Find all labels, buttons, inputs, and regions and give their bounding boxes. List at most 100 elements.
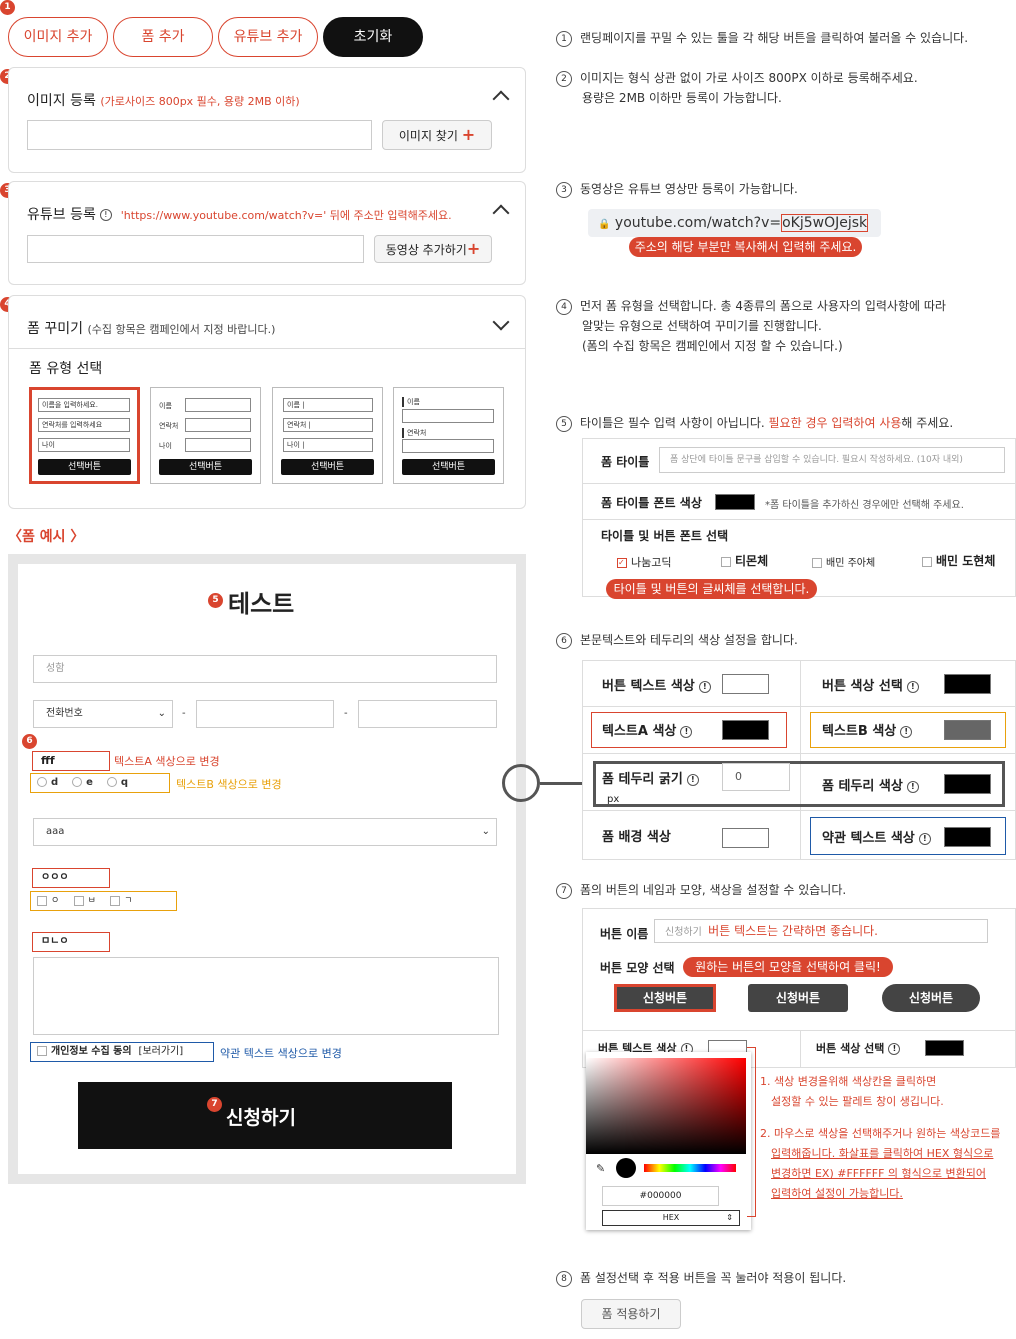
chevron-down-icon: ⌄ <box>481 826 490 837</box>
plus-icon: + <box>466 239 481 258</box>
youtube-url-input[interactable] <box>27 235 364 263</box>
info-icon: ! <box>888 1043 901 1055</box>
info-icon: ! <box>698 680 711 693</box>
btn-color-swatch-2[interactable] <box>925 1040 964 1056</box>
info-icon: ! <box>686 773 699 786</box>
image-path-input[interactable] <box>27 120 372 150</box>
btn-text-color-swatch[interactable] <box>722 674 769 694</box>
shape-pill-button[interactable]: 신청버튼 <box>882 984 980 1012</box>
title-settings: 폼 타이틀 폼 상단에 타이틀 문구를 삽입할 수 있습니다. 필요시 작성하세… <box>582 438 1016 597</box>
button-name-input[interactable]: 신청하기 버튼 텍스트는 간략하면 좋습니다. <box>654 919 988 943</box>
font-option-dohyeon[interactable]: 배민 도현체 <box>922 552 995 569</box>
image-panel: 이미지 등록 (가로사이즈 800px 필수, 용량 2MB 이하) 이미지 찾… <box>8 67 526 173</box>
terms-color-label: 약관 텍스트 색상! <box>822 827 931 846</box>
step-4-text: 4 먼저 폼 유형을 선택합니다. 총 4종류의 폼으로 사용자의 입력사항에 따… <box>556 296 946 356</box>
picker-note-2: 2. 마우스로 색상을 선택해주거나 원하는 색상코드를 입력해줍니다. 화살표를… <box>760 1127 1001 1200</box>
info-icon: ! <box>906 680 919 693</box>
phone-select[interactable]: 전화번호 ⌄ <box>33 700 173 728</box>
form-panel-title: 폼 꾸미기 (수집 항목은 캠페인에서 지정 바랍니다.) <box>27 321 276 337</box>
border-width-input[interactable]: 0 <box>722 763 790 791</box>
terms-color-swatch[interactable] <box>944 827 991 847</box>
hex-value-input[interactable]: #000000 <box>602 1186 719 1206</box>
picker-note-1: 1. 색상 변경을위해 색상칸을 클릭하면 설정할 수 있는 팔레트 창이 생깁니… <box>760 1075 944 1108</box>
step-6-text: 6 본문텍스트와 테두리의 색상 설정을 합니다. <box>556 630 798 650</box>
card-select-button[interactable]: 선택버튼 <box>159 459 252 475</box>
text-a-color-swatch[interactable] <box>722 720 769 740</box>
sample-select[interactable]: aaa ⌄ <box>33 818 497 846</box>
btn-color-label: 버튼 색상 선택! <box>822 675 919 694</box>
form-type-card-1[interactable]: 이름을 입력하세요. 연락처를 입력하세요 나이 선택버튼 <box>29 387 140 484</box>
add-form-button[interactable]: 폼 추가 <box>113 17 213 57</box>
border-width-label: 폼 테두리 굵기! <box>602 768 699 787</box>
card-field <box>185 438 251 452</box>
btn-color-swatch[interactable] <box>944 674 991 694</box>
bg-color-swatch[interactable] <box>722 828 769 848</box>
card-select-button[interactable]: 선택버튼 <box>281 459 374 475</box>
font-option-jua[interactable]: 배민 주아체 <box>812 554 875 569</box>
font-color-note: *폼 타이틀을 추가하신 경우에만 선택해 주세요. <box>765 500 964 511</box>
updown-icon: ⇕ <box>726 1213 733 1222</box>
text-b-color-label: 텍스트B 색상! <box>822 720 913 739</box>
form-type-card-4[interactable]: 이름 연락처 선택버튼 <box>393 387 504 484</box>
form-title-input[interactable]: 폼 상단에 타이틀 문구를 삽입할 수 있습니다. 필요시 작성하세요. (10… <box>659 447 1005 473</box>
video-id-highlight: oKj5wOJejsk <box>781 214 869 232</box>
card-label: 연락처 <box>159 422 179 430</box>
border-color-label: 폼 테두리 색상! <box>822 775 919 794</box>
reset-button[interactable]: 초기화 <box>323 17 423 57</box>
info-icon: ! <box>918 832 931 845</box>
text-b-note: 텍스트B 색상으로 변경 <box>176 778 282 791</box>
step-badge-5: 5 <box>208 593 223 608</box>
text-b-color-swatch[interactable] <box>944 720 991 740</box>
apply-form-button[interactable]: 폼 적용하기 <box>581 1299 681 1329</box>
font-select-label: 타이틀 및 버튼 폰트 선택 <box>601 529 729 543</box>
bg-color-label: 폼 배경 색상 <box>602 830 671 845</box>
title-color-swatch[interactable] <box>715 494 755 510</box>
eyedropper-icon[interactable]: ✎ <box>596 1162 605 1175</box>
phone-input-3[interactable] <box>358 700 497 728</box>
hex-mode-select[interactable]: HEX ⇕ <box>602 1210 740 1226</box>
color-preview <box>616 1158 636 1178</box>
btn-color-label-2: 버튼 색상 선택! <box>816 1040 901 1056</box>
add-video-button[interactable]: 동영상 추가하기+ <box>374 235 492 263</box>
card-select-button[interactable]: 선택버튼 <box>402 459 495 475</box>
shape-square-button[interactable]: 신청버튼 <box>614 984 716 1012</box>
check-icon: ✓ <box>617 558 627 568</box>
card-select-button[interactable]: 선택버튼 <box>38 459 131 475</box>
card-field <box>402 439 494 453</box>
step-1-text: 1 랜딩페이지를 꾸밀 수 있는 툴을 각 해당 버튼을 클릭하여 불러올 수 있… <box>556 28 968 48</box>
step-2-text: 2 이미지는 형식 상관 없이 가로 사이즈 800PX 이하로 등록해주세요. 용… <box>556 68 918 108</box>
hue-slider[interactable] <box>644 1164 736 1172</box>
text-a-color-label: 텍스트A 색상! <box>602 720 693 739</box>
card-field: 이름 | <box>283 398 373 412</box>
privacy-agree[interactable]: 개인정보 수집 동의 [보러가기] <box>30 1042 214 1062</box>
font-option-nanum[interactable]: ✓ 나눔고딕 <box>617 554 671 570</box>
saturation-area[interactable] <box>586 1058 746 1154</box>
card-field: 연락처 | <box>283 418 373 432</box>
shape-rounded-button[interactable]: 신청버튼 <box>748 984 848 1012</box>
chevron-down-icon: ⌄ <box>157 708 166 719</box>
add-youtube-button[interactable]: 유튜브 추가 <box>218 17 318 57</box>
collapse-chevron-icon[interactable] <box>492 204 510 222</box>
plus-icon: + <box>461 125 476 144</box>
font-option-tmon[interactable]: 티몬체 <box>721 552 768 569</box>
sample-textarea[interactable] <box>33 957 499 1035</box>
add-image-button[interactable]: 이미지 추가 <box>8 17 108 57</box>
name-input[interactable]: 성함 <box>33 655 497 683</box>
card-field <box>185 398 251 412</box>
form-type-card-2[interactable]: 이름 연락처 나이 선택버튼 <box>150 387 261 484</box>
card-field <box>185 418 251 432</box>
form-type-card-3[interactable]: 이름 | 연락처 | 나이 | 선택버튼 <box>272 387 383 484</box>
collapse-chevron-icon[interactable] <box>492 90 510 108</box>
find-image-button[interactable]: 이미지 찾기 + <box>382 120 492 150</box>
url-bar: 🔒 youtube.com/watch?v=oKj5wOJejsk <box>588 209 881 237</box>
expand-chevron-icon[interactable] <box>492 313 510 331</box>
checkbox-group: ㅇ ㅂ ㄱ <box>30 891 177 911</box>
card-field: 이름을 입력하세요. <box>38 398 130 412</box>
border-color-swatch[interactable] <box>944 774 991 794</box>
phone-dash: - <box>182 708 186 719</box>
shape-tip: 원하는 버튼의 모양을 선택하여 클릭! <box>683 957 893 977</box>
phone-input-2[interactable] <box>196 700 334 728</box>
card-label: 이름 <box>402 397 420 407</box>
submit-label: 신청하기 <box>226 1107 296 1129</box>
step-badge-6: 6 <box>22 734 37 749</box>
